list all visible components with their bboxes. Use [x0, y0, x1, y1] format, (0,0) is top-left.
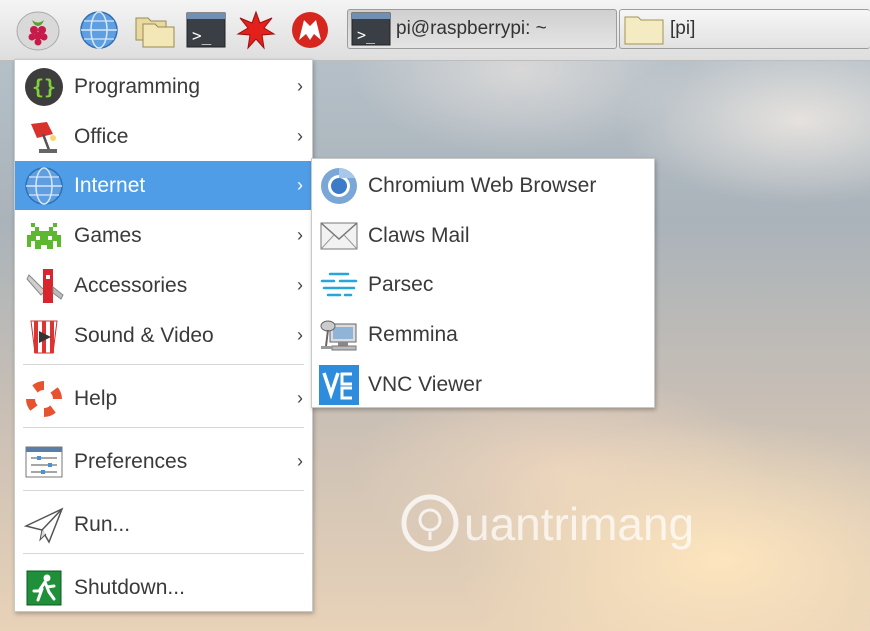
- office-icon: [31, 122, 57, 153]
- menu-item-run[interactable]: Run...: [15, 500, 312, 549]
- parsec-icon: [320, 272, 358, 297]
- menu-item-shutdown[interactable]: Shutdown...: [15, 563, 312, 612]
- submenu-arrow-icon: ›: [297, 325, 303, 345]
- file-manager-icon[interactable]: [134, 10, 175, 50]
- menu-item-label: Office: [74, 124, 129, 148]
- run-paper-plane-icon: [23, 507, 64, 544]
- mail-envelope-icon: [320, 222, 358, 250]
- menu-item-label: Parsec: [368, 272, 434, 296]
- menu-item-label: Run...: [74, 512, 131, 536]
- taskbar: >_ >_ pi@raspberrypi: ~ [pi]: [0, 0, 870, 61]
- menu-item-preferences[interactable]: Preferences ›: [15, 437, 312, 486]
- preferences-icon: [25, 446, 63, 478]
- main-menu: {} Programming › Office › Internet › Gam…: [14, 59, 313, 612]
- menu-item-sound-video[interactable]: Sound & Video ›: [15, 311, 312, 360]
- menu-item-label: Internet: [74, 173, 146, 197]
- vnc-viewer-icon: [319, 365, 359, 405]
- mathematica-icon[interactable]: [236, 10, 276, 50]
- submenu-arrow-icon: ›: [297, 175, 303, 195]
- shutdown-exit-icon: [26, 570, 62, 606]
- menu-item-label: Preferences: [74, 449, 188, 473]
- wolfram-icon[interactable]: [290, 10, 330, 50]
- folder-icon: [624, 16, 664, 45]
- raspberry-pi-menu-icon[interactable]: [15, 10, 60, 51]
- help-lifebuoy-icon: [25, 380, 63, 418]
- taskbar-task-terminal[interactable]: >_ pi@raspberrypi: ~: [347, 9, 617, 49]
- menu-item-label: Shutdown...: [74, 575, 185, 599]
- menu-item-label: VNC Viewer: [368, 372, 482, 396]
- accessories-knife-icon: [26, 269, 64, 303]
- submenu-item-vnc-viewer[interactable]: VNC Viewer: [312, 360, 654, 409]
- menu-separator: [23, 427, 304, 428]
- internet-globe-icon: [25, 167, 63, 205]
- menu-item-label: Help: [74, 386, 118, 410]
- sound-video-icon: [30, 320, 58, 354]
- terminal-icon: >_: [351, 12, 391, 46]
- menu-item-label: Remmina: [368, 322, 458, 346]
- games-invader-icon: [27, 223, 61, 249]
- menu-item-label: Accessories: [74, 273, 188, 297]
- submenu-item-remmina[interactable]: Remmina: [312, 310, 654, 359]
- internet-submenu: Chromium Web Browser Claws Mail Parsec R…: [311, 158, 655, 408]
- submenu-arrow-icon: ›: [297, 388, 303, 408]
- task-label: pi@raspberrypi: ~: [396, 18, 547, 39]
- menu-item-help[interactable]: Help ›: [15, 374, 312, 423]
- task-label: [pi]: [670, 18, 696, 39]
- submenu-arrow-icon: ›: [297, 451, 303, 471]
- menu-item-internet[interactable]: Internet ›: [15, 161, 312, 210]
- submenu-arrow-icon: ›: [297, 225, 303, 245]
- submenu-arrow-icon: ›: [297, 275, 303, 295]
- chromium-icon: [321, 168, 357, 204]
- programming-icon: {}: [25, 68, 63, 106]
- menu-item-programming[interactable]: {} Programming ›: [15, 62, 312, 111]
- menu-item-label: Games: [74, 223, 142, 247]
- menu-item-games[interactable]: Games ›: [15, 211, 312, 260]
- submenu-item-parsec[interactable]: Parsec: [312, 260, 654, 309]
- watermark: uantrimang: [398, 488, 718, 558]
- menu-item-label: Chromium Web Browser: [368, 173, 597, 197]
- submenu-item-chromium[interactable]: Chromium Web Browser: [312, 161, 654, 210]
- watermark-text: uantrimang: [464, 498, 694, 550]
- web-browser-icon[interactable]: [79, 10, 119, 50]
- menu-separator: [23, 490, 304, 491]
- svg-text:>_: >_: [192, 26, 212, 45]
- submenu-arrow-icon: ›: [297, 76, 303, 96]
- svg-text:>_: >_: [357, 26, 376, 44]
- menu-separator: [23, 553, 304, 554]
- submenu-item-claws-mail[interactable]: Claws Mail: [312, 211, 654, 260]
- terminal-icon[interactable]: >_: [185, 10, 226, 50]
- menu-item-label: Sound & Video: [74, 323, 214, 347]
- taskbar-task-file-manager[interactable]: [pi]: [619, 9, 870, 49]
- menu-item-label: Programming: [74, 74, 201, 98]
- submenu-arrow-icon: ›: [297, 126, 303, 146]
- menu-item-accessories[interactable]: Accessories ›: [15, 261, 312, 310]
- menu-item-label: Claws Mail: [368, 223, 470, 247]
- remmina-icon: [320, 320, 357, 351]
- svg-text:{}: {}: [32, 75, 56, 99]
- menu-separator: [23, 364, 304, 365]
- menu-item-office[interactable]: Office ›: [15, 112, 312, 161]
